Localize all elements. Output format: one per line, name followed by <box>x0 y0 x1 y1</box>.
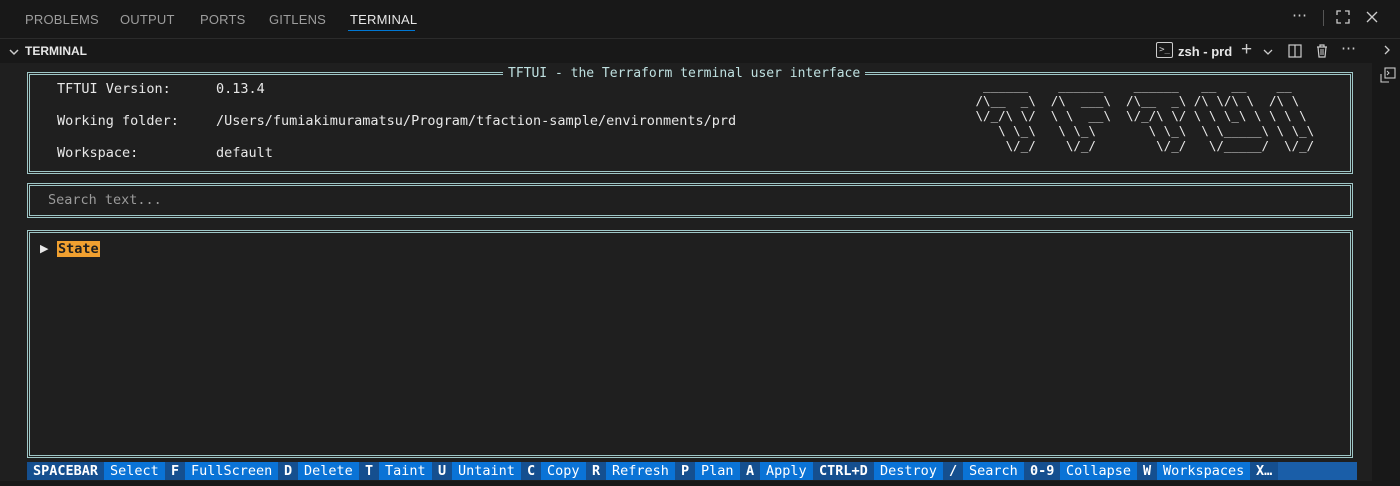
footer-action[interactable]: FullScreen <box>185 462 279 480</box>
footer-action[interactable]: Taint <box>379 462 432 480</box>
state-tree-panel <box>27 230 1353 458</box>
bottom-strip <box>0 481 1400 486</box>
footer-key: 0-9 <box>1024 462 1061 480</box>
footer-action[interactable]: Apply <box>760 462 813 480</box>
footer-key: W <box>1137 462 1158 480</box>
tab-output[interactable]: OUTPUT <box>120 12 175 27</box>
search-input[interactable]: Search text... <box>48 192 162 208</box>
footer-action[interactable]: Select <box>104 462 165 480</box>
active-tab-indicator <box>348 30 415 31</box>
footer-key: R <box>586 462 607 480</box>
close-icon[interactable] <box>1364 9 1380 29</box>
footer-action[interactable]: Refresh <box>606 462 675 480</box>
terminal-instance-label[interactable]: zsh - prd <box>1178 44 1232 59</box>
ellipsis-icon[interactable]: ⋯ <box>1341 39 1356 57</box>
footer-key: / <box>943 462 964 480</box>
folder-label: Working folder: <box>57 113 179 129</box>
version-label: TFTUI Version: <box>57 81 171 97</box>
tab-problems[interactable]: PROBLEMS <box>25 12 99 27</box>
tab-ports[interactable]: PORTS <box>200 12 246 27</box>
footer-action[interactable]: Collapse <box>1060 462 1138 480</box>
footer-key: CTRL+D <box>813 462 874 480</box>
version-value: 0.13.4 <box>216 81 265 97</box>
maximize-panel-icon[interactable] <box>1335 9 1351 29</box>
ellipsis-icon[interactable]: ⋯ <box>1292 6 1307 24</box>
terminal-icon[interactable] <box>1380 67 1396 88</box>
tftui-ascii-logo: ______ ______ ______ __ __ __ /\__ _\ /\… <box>975 78 1315 153</box>
footer-key: C <box>521 462 542 480</box>
workspace-value: default <box>216 145 273 161</box>
footer-action[interactable]: Untaint <box>452 462 521 480</box>
divider <box>1323 10 1324 26</box>
tree-node-state[interactable]: State <box>57 241 100 257</box>
footer-action[interactable]: Copy <box>541 462 586 480</box>
chevron-right-icon[interactable] <box>1382 43 1392 60</box>
terminal-header: TERMINAL >_ zsh - prd + ⋯ <box>0 39 1400 63</box>
footer-key: P <box>675 462 696 480</box>
footer-key: D <box>278 462 299 480</box>
chevron-down-icon[interactable] <box>1263 44 1273 61</box>
workspace-label: Workspace: <box>57 145 139 161</box>
footer-key: U <box>432 462 453 480</box>
keybinding-footer: SPACEBAR Select F FullScreen D Delete T Taint U U… <box>27 462 1357 480</box>
footer-key: X… <box>1250 462 1279 480</box>
split-terminal-icon[interactable] <box>1287 43 1303 63</box>
footer-action[interactable]: Delete <box>298 462 359 480</box>
footer-key: F <box>165 462 186 480</box>
footer-action[interactable]: Search <box>963 462 1024 480</box>
footer-key: T <box>359 462 380 480</box>
footer-action[interactable]: Workspaces <box>1157 462 1251 480</box>
footer-key: A <box>740 462 761 480</box>
terminal-tabs-gutter <box>1372 63 1400 486</box>
footer-action[interactable]: Plan <box>695 462 740 480</box>
plus-icon[interactable]: + <box>1241 39 1252 61</box>
tab-terminal[interactable]: TERMINAL <box>350 12 417 27</box>
folder-value: /Users/fumiakimuramatsu/Program/tfaction… <box>216 113 737 129</box>
terminal-section-title: TERMINAL <box>25 44 87 58</box>
footer-key: SPACEBAR <box>27 462 105 480</box>
tab-gitlens[interactable]: GITLENS <box>269 12 326 27</box>
expand-triangle-icon[interactable]: ▶ <box>40 242 48 255</box>
chevron-down-icon[interactable] <box>8 42 20 61</box>
app-title: TFTUI - the Terraform terminal user inte… <box>503 66 866 81</box>
footer-action[interactable]: Destroy <box>874 462 943 480</box>
trash-icon[interactable] <box>1314 43 1330 63</box>
terminal-icon: >_ <box>1156 42 1173 58</box>
panel-tab-bar: PROBLEMS OUTPUT PORTS GITLENS TERMINAL ⋯ <box>0 0 1400 39</box>
search-box[interactable] <box>27 183 1353 218</box>
